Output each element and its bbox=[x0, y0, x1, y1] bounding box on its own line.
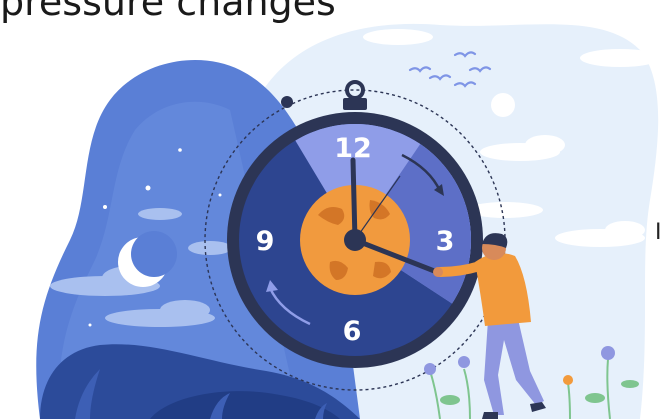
orbit-dot bbox=[281, 96, 293, 108]
person-hand bbox=[433, 267, 443, 277]
numeral-9: 9 bbox=[256, 226, 275, 257]
person-arm bbox=[435, 261, 485, 277]
numeral-6: 6 bbox=[343, 316, 362, 347]
illustration-canvas: pressure changes I 12 3 6 9 bbox=[0, 0, 663, 419]
numeral-12: 12 bbox=[334, 133, 372, 164]
clock-center bbox=[344, 229, 366, 251]
hour-hand bbox=[350, 157, 358, 243]
numeral-3: 3 bbox=[436, 226, 455, 257]
sun-icon bbox=[491, 93, 515, 117]
scene-svg: 12 3 6 9 bbox=[36, 23, 660, 419]
